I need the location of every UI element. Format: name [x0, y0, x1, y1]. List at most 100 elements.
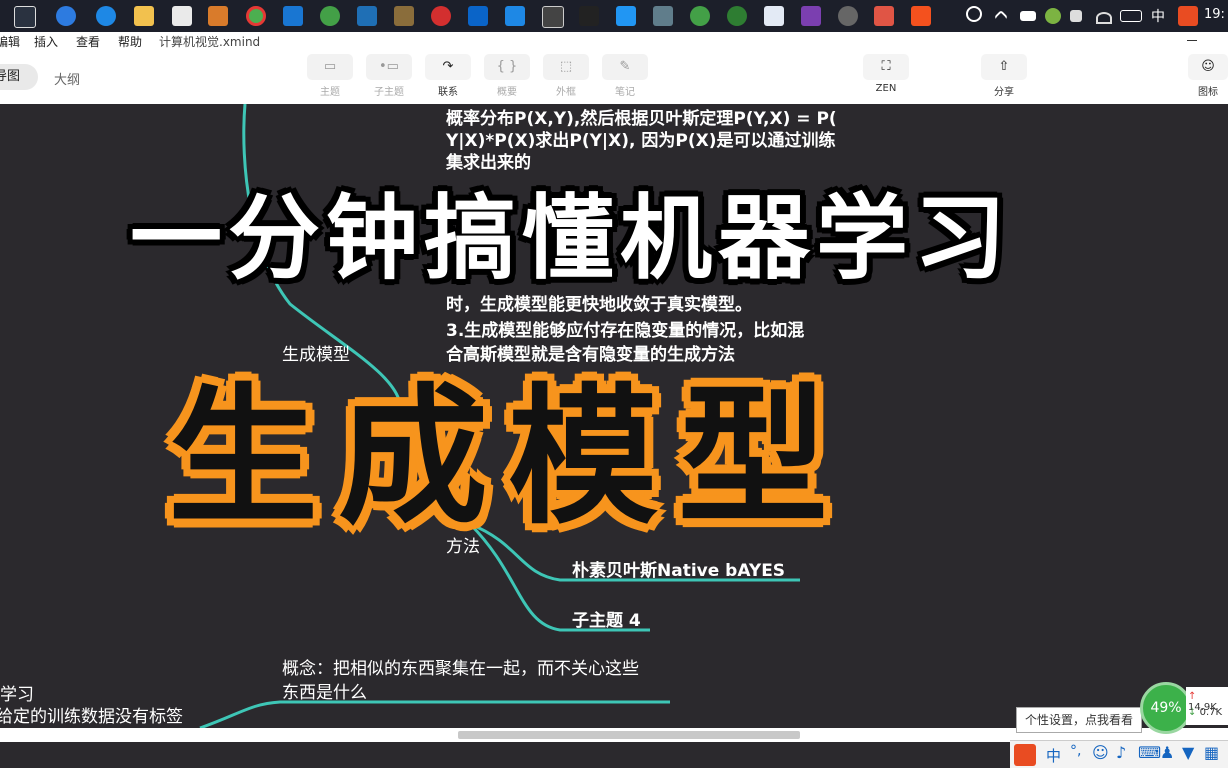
down-arrow-icon: ↓ [1188, 707, 1197, 718]
zen-label: ZEN [875, 83, 897, 94]
microphone-icon[interactable]: ♪ [1116, 743, 1126, 762]
add-icon[interactable] [1045, 8, 1061, 24]
net-down: ↓ 0.7K [1188, 707, 1222, 718]
topic-label: 主题 [320, 87, 340, 98]
emoji-icon[interactable]: ☺ [1092, 743, 1109, 762]
volume-icon[interactable] [1070, 10, 1082, 22]
topic-icon: ▭ [307, 54, 353, 80]
tab-mindmap[interactable]: 导图 [0, 64, 38, 90]
user-icon[interactable] [966, 6, 982, 22]
concept-line-2[interactable]: 东西是什么 [282, 678, 367, 703]
app-icon[interactable] [690, 6, 710, 26]
chevron-up-icon[interactable] [993, 9, 1009, 25]
boundary-button[interactable]: ⬚ 外框 [541, 54, 591, 98]
app-icon[interactable] [394, 6, 414, 26]
menu-bar: 编辑 插入 查看 帮助 计算机视觉.xmind [0, 32, 1228, 50]
note-button[interactable]: ✎ 笔记 [600, 54, 650, 98]
app-icon[interactable] [727, 6, 747, 26]
vscode-icon[interactable] [505, 6, 525, 26]
branch-line-concept [199, 700, 670, 728]
windows-taskbar: 中 19: [0, 0, 1228, 32]
wifi-icon[interactable] [1096, 12, 1112, 24]
app-icon[interactable] [764, 6, 784, 26]
skin-icon[interactable]: ▼ [1182, 743, 1194, 762]
summary-icon: { } [484, 54, 530, 80]
network-speed: ↑ 14.9K ↓ 0.7K [1186, 687, 1228, 725]
app-icon[interactable] [616, 6, 636, 26]
tab-mindmap-label: 导图 [0, 69, 21, 84]
node-naive-bayes[interactable]: 朴素贝叶斯Native bAYES [572, 556, 785, 581]
app-icon[interactable] [653, 6, 673, 26]
app-icon[interactable] [911, 6, 931, 26]
net-down-value: 0.7K [1199, 707, 1223, 718]
overlay-title: 一分钟搞懂机器学习 [130, 185, 1013, 292]
menu-view[interactable]: 查看 [76, 33, 100, 50]
battery-icon [1020, 11, 1036, 21]
relationship-button[interactable]: ↷ 联系 [423, 54, 473, 98]
note-icon: ✎ [602, 54, 648, 80]
gear-icon[interactable] [838, 6, 858, 26]
share-button[interactable]: ⇧ 分享 [979, 54, 1029, 98]
horizontal-scrollbar[interactable] [458, 731, 800, 739]
keyboard-icon[interactable] [1120, 10, 1142, 22]
share-label: 分享 [994, 87, 1014, 98]
concept-line-1[interactable]: 概念：把相似的东西聚集在一起，而不关心这些 [282, 654, 639, 679]
user-account-icon[interactable]: ♟ [1160, 743, 1174, 762]
tray-ime-indicator[interactable]: 中 [1151, 6, 1165, 26]
subtopic-button[interactable]: •▭ 子主题 [364, 54, 414, 98]
summary-button[interactable]: { } 概要 [482, 54, 532, 98]
menu-help[interactable]: 帮助 [118, 33, 142, 50]
toolbar: 导图 大纲 ▭ 主题 •▭ 子主题 ↷ 联系 { } 概要 ⬚ 外框 ✎ 笔记 … [0, 50, 1228, 105]
jianguoyun-icon[interactable] [357, 6, 377, 26]
ime-tooltip[interactable]: 个性设置，点我看看 [1016, 707, 1142, 733]
vs-icon[interactable] [801, 6, 821, 26]
share-icon: ⇧ [981, 54, 1027, 80]
clock[interactable]: 19: [1204, 7, 1228, 22]
punctuation-icon[interactable]: °, [1070, 743, 1081, 759]
relationship-label: 联系 [438, 87, 458, 98]
app-icon[interactable] [283, 6, 303, 26]
sogou-icon[interactable] [1178, 6, 1198, 26]
netease-icon[interactable] [431, 6, 451, 26]
minimize-icon[interactable] [1187, 40, 1197, 41]
app-icon[interactable] [208, 6, 228, 26]
folder-icon[interactable] [134, 6, 154, 26]
ie-icon[interactable] [56, 6, 76, 26]
smiley-icon: ☺ [1188, 54, 1228, 80]
subtopic-icon: •▭ [366, 54, 412, 80]
note-label: 笔记 [615, 87, 635, 98]
edge-icon[interactable] [96, 6, 116, 26]
summary-label: 概要 [497, 87, 517, 98]
ime-mode[interactable]: 中 [1046, 745, 1061, 766]
sogou-logo-icon[interactable] [1014, 744, 1036, 766]
zen-button[interactable]: ⛶ ZEN [861, 54, 911, 94]
boundary-label: 外框 [556, 87, 576, 98]
mindmap-canvas[interactable]: 概率分布P(X,Y),然后根据贝叶斯定理P(Y,X) = P( Y|X)*P(X… [0, 104, 1228, 728]
topic-button[interactable]: ▭ 主题 [305, 54, 355, 98]
ime-toolbar: 中 °, ☺ ♪ ⌨ ♟ ▼ ▦ [1010, 740, 1228, 768]
node-subtopic-4[interactable]: 子主题 4 [572, 606, 641, 631]
keyboard-icon[interactable]: ⌨ [1138, 743, 1161, 762]
menu-edit[interactable]: 编辑 [0, 33, 20, 50]
icon-panel-label: 图标 [1198, 87, 1218, 98]
menu-insert[interactable]: 插入 [34, 33, 58, 50]
wechat-icon[interactable] [320, 6, 340, 26]
boundary-icon: ⬚ [543, 54, 589, 80]
store-icon[interactable] [172, 6, 192, 26]
toolbox-icon[interactable]: ▦ [1204, 743, 1219, 762]
fullscreen-icon: ⛶ [863, 54, 909, 80]
tab-outline[interactable]: 大纲 [54, 69, 80, 88]
taskview-icon[interactable] [14, 6, 36, 28]
code-icon[interactable] [542, 6, 564, 28]
chrome-icon[interactable] [246, 6, 266, 26]
file-name: 计算机视觉.xmind [159, 35, 261, 49]
cpu-gauge[interactable]: 49% [1140, 682, 1192, 734]
outlook-icon[interactable] [468, 6, 488, 26]
relationship-icon: ↷ [425, 54, 471, 80]
app-icon[interactable] [579, 6, 599, 26]
icon-panel-button[interactable]: ☺ 图标 [1188, 54, 1228, 98]
xmind-icon[interactable] [874, 6, 894, 26]
node-unlabeled[interactable]: 给定的训练数据没有标签 [0, 702, 183, 727]
overlay-subtitle: 生成模型 [168, 371, 849, 545]
subtopic-label: 子主题 [374, 87, 404, 98]
